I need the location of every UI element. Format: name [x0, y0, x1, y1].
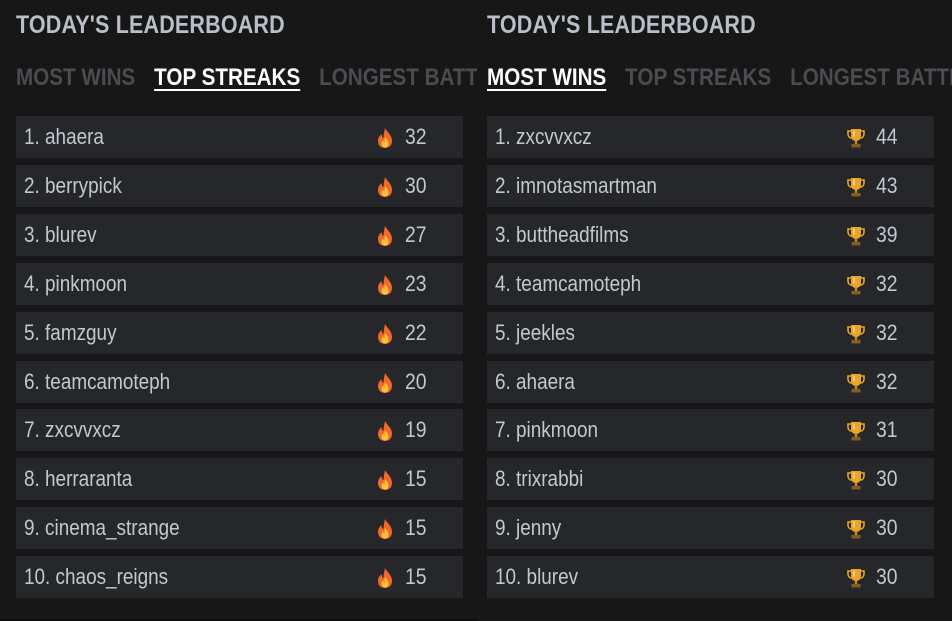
tab-longest-battles[interactable]: LONGEST BATTLES [790, 64, 952, 92]
fire-icon [375, 567, 395, 589]
left-leaderboard-panel: TODAY'S LEADERBOARD MOST WINS TOP STREAKS… [0, 0, 518, 621]
player-score: 39 [876, 221, 898, 247]
player-score: 44 [876, 124, 898, 149]
leaderboard-row[interactable]: 7. zxcvvxcz 19 [16, 409, 463, 452]
tab-most-wins[interactable]: MOST WINS [16, 64, 135, 92]
leaderboard-row[interactable]: 3. buttheadfilms 39 [487, 213, 934, 256]
player-score: 27 [405, 221, 427, 247]
player-rank-name: 7. zxcvvxcz [24, 417, 121, 443]
player-score: 32 [876, 319, 898, 345]
player-rank-name: 10. chaos_reigns [24, 564, 169, 590]
player-rank-name: 4. pinkmoon [24, 270, 128, 296]
trophy-icon [846, 567, 866, 589]
player-rank-name: 4. teamcamoteph [495, 270, 642, 296]
leaderboard-row[interactable]: 6. ahaera 32 [487, 360, 934, 403]
trophy-icon [846, 469, 866, 491]
leaderboard-title: TODAY'S LEADERBOARD [16, 11, 285, 39]
leaderboard-row[interactable]: 3. blurev 27 [16, 213, 463, 256]
player-score: 30 [876, 466, 898, 492]
player-score: 32 [876, 368, 898, 394]
fire-icon [375, 372, 395, 394]
player-score: 30 [876, 564, 898, 590]
player-rank-name: 1. ahaera [24, 124, 104, 149]
player-score: 15 [405, 466, 427, 492]
player-score: 23 [405, 270, 427, 296]
leaderboard-row[interactable]: 2. berrypick 30 [16, 164, 463, 207]
player-rank-name: 9. jenny [495, 515, 562, 541]
player-rank-name: 5. famzguy [24, 319, 117, 345]
leaderboard-row[interactable]: 4. pinkmoon 23 [16, 262, 463, 305]
player-rank-name: 3. buttheadfilms [495, 221, 629, 247]
player-rank-name: 6. ahaera [495, 368, 575, 394]
player-score: 30 [876, 515, 898, 541]
leaderboard-row[interactable]: 4. teamcamoteph 32 [487, 262, 934, 305]
fire-icon [375, 420, 395, 442]
tab-top-streaks[interactable]: TOP STREAKS [154, 64, 300, 92]
leaderboard-row[interactable]: 5. jeekles 32 [487, 311, 934, 354]
trophy-icon [846, 176, 866, 198]
trophy-icon [846, 323, 866, 345]
trophy-icon [846, 274, 866, 296]
trophy-icon [846, 127, 866, 149]
player-rank-name: 9. cinema_strange [24, 515, 180, 541]
player-rank-name: 2. imnotasmartman [495, 172, 657, 198]
leaderboard-tabs: MOST WINS TOP STREAKS LONGEST BATTLES [487, 64, 952, 92]
leaderboard-row[interactable]: 5. famzguy 22 [16, 311, 463, 354]
player-score: 20 [405, 368, 427, 394]
leaderboard-row[interactable]: 8. herraranta 15 [16, 458, 463, 501]
player-rank-name: 7. pinkmoon [495, 417, 599, 443]
right-leaderboard-panel: TODAY'S LEADERBOARD MOST WINS TOP STREAKS… [477, 0, 952, 621]
leaderboard-row[interactable]: 8. trixrabbi 30 [487, 458, 934, 501]
trophy-icon [846, 518, 866, 540]
player-score: 15 [405, 515, 427, 541]
leaderboard-row[interactable]: 9. cinema_strange 15 [16, 507, 463, 550]
player-score: 30 [405, 172, 427, 198]
leaderboard-row[interactable]: 10. chaos_reigns 15 [16, 556, 463, 599]
trophy-icon [846, 225, 866, 247]
fire-icon [375, 127, 395, 149]
fire-icon [375, 518, 395, 540]
player-score: 31 [876, 417, 898, 443]
leaderboard-tabs: MOST WINSTOP STREAKSLONGEST BATTLES [16, 64, 537, 92]
fire-icon [375, 469, 395, 491]
fire-icon [375, 274, 395, 296]
leaderboard-row[interactable]: 6. teamcamoteph 20 [16, 360, 463, 403]
player-rank-name: 1. zxcvvxcz [495, 124, 592, 149]
player-rank-name: 3. blurev [24, 221, 97, 247]
tab-most-wins[interactable]: MOST WINS [487, 64, 606, 92]
leaderboard-row[interactable]: 1. ahaera 32 [16, 116, 463, 158]
trophy-icon [846, 372, 866, 394]
fire-icon [375, 323, 395, 345]
player-score: 22 [405, 319, 427, 345]
player-score: 15 [405, 564, 427, 590]
player-score: 32 [876, 270, 898, 296]
player-rank-name: 5. jeekles [495, 319, 575, 345]
leaderboard-row[interactable]: 1. zxcvvxcz 44 [487, 116, 934, 158]
player-rank-name: 10. blurev [495, 564, 579, 590]
leaderboard-row[interactable]: 9. jenny 30 [487, 507, 934, 550]
fire-icon [375, 176, 395, 198]
leaderboard-row[interactable]: 2. imnotasmartman 43 [487, 164, 934, 207]
player-score: 19 [405, 417, 427, 443]
trophy-icon [846, 420, 866, 442]
player-score: 43 [876, 172, 898, 198]
leaderboard-row[interactable]: 7. pinkmoon 31 [487, 409, 934, 452]
fire-icon [375, 225, 395, 247]
tab-top-streaks[interactable]: TOP STREAKS [625, 64, 771, 92]
leaderboard-row[interactable]: 10. blurev 30 [487, 556, 934, 599]
player-rank-name: 6. teamcamoteph [24, 368, 171, 394]
leaderboard-title: TODAY'S LEADERBOARD [487, 11, 756, 39]
player-rank-name: 8. trixrabbi [495, 466, 584, 492]
player-rank-name: 2. berrypick [24, 172, 122, 198]
player-rank-name: 8. herraranta [24, 466, 133, 492]
player-score: 32 [405, 124, 427, 149]
